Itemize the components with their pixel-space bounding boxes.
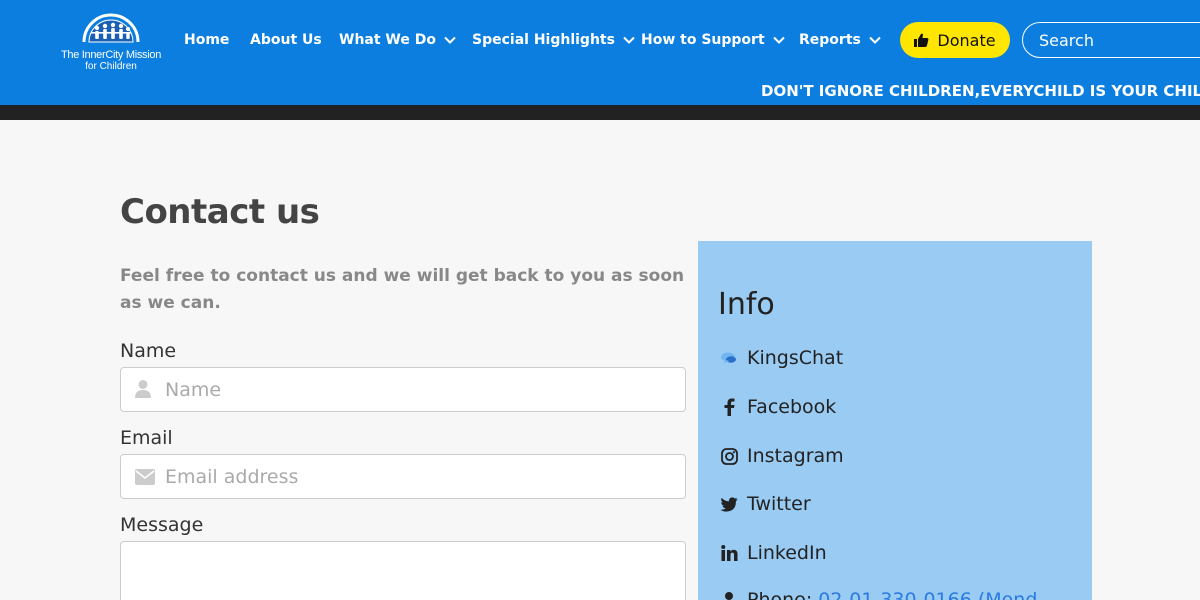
nav-item-reports[interactable]: Reports [799, 32, 881, 48]
email-label: Email [120, 427, 173, 449]
user-icon [720, 591, 738, 600]
nav-item-label: About Us [250, 32, 322, 48]
nav-item-how-to-support[interactable]: How to Support [641, 32, 785, 48]
instagram-link[interactable]: Instagram [720, 445, 844, 467]
info-item-label: Instagram [747, 445, 844, 467]
nav-item-label: Home [184, 32, 230, 48]
nav-item-what-we-do[interactable]: What We Do [339, 32, 456, 48]
linkedin-icon [720, 544, 738, 562]
envelope-icon [135, 469, 155, 485]
info-panel: Info KingsChat Facebook Instagram Twitte… [698, 241, 1092, 600]
twitter-icon [720, 495, 738, 513]
phone-label: Phone: [747, 589, 813, 600]
search-input[interactable] [1022, 22, 1200, 58]
nav-item-label: Special Highlights [472, 32, 615, 48]
phone-link[interactable]: 02-01-330-0166 (Mond [818, 589, 1037, 600]
ticker-text: DON'T IGNORE CHILDREN,EVERYCHILD IS YOUR… [761, 82, 1200, 100]
chevron-down-icon [444, 36, 456, 44]
email-field[interactable] [120, 454, 686, 499]
site-logo[interactable]: The InnerCity Mission for Children [56, 8, 166, 74]
logo-text-line2: for Children [85, 61, 137, 72]
message-textarea[interactable] [120, 541, 686, 600]
chevron-down-icon [772, 36, 785, 44]
info-item-label: LinkedIn [747, 542, 827, 564]
name-label: Name [120, 340, 177, 362]
site-header: The InnerCity Mission for Children Home … [0, 0, 1200, 105]
instagram-icon [720, 447, 738, 465]
info-item-label: Facebook [747, 396, 837, 418]
logo-emblem-icon [82, 13, 140, 43]
nav-item-home[interactable]: Home [184, 32, 229, 48]
message-label: Message [120, 514, 204, 536]
nav-item-label: How to Support [641, 32, 765, 48]
page-title: Contact us [120, 192, 320, 232]
header-divider-bar [0, 105, 1200, 120]
phone-row: Phone: 02-01-330-0166 (Mond [720, 589, 1037, 600]
donate-button[interactable]: Donate [900, 22, 1010, 58]
facebook-icon [720, 398, 738, 416]
name-input[interactable] [165, 368, 665, 411]
info-item-label: KingsChat [747, 347, 844, 369]
email-input[interactable] [165, 455, 665, 498]
user-icon [135, 380, 151, 398]
donate-label: Donate [937, 30, 996, 50]
chevron-down-icon [623, 36, 635, 44]
intro-text: Feel free to contact us and we will get … [120, 266, 685, 313]
nav-item-special-highlights[interactable]: Special Highlights [472, 32, 635, 48]
nav-item-label: Reports [799, 32, 861, 48]
kingschat-icon [720, 349, 738, 367]
linkedin-link[interactable]: LinkedIn [720, 542, 827, 564]
thumbs-up-icon [914, 33, 929, 47]
nav-item-label: What We Do [339, 32, 436, 48]
twitter-link[interactable]: Twitter [720, 493, 811, 515]
logo-text-line1: The InnerCity Mission [60, 49, 162, 61]
info-title: Info [718, 287, 775, 322]
nav-item-about-us[interactable]: About Us [250, 32, 322, 48]
facebook-link[interactable]: Facebook [720, 396, 836, 418]
info-item-label: Twitter [747, 493, 811, 515]
kingschat-link[interactable]: KingsChat [720, 347, 843, 369]
chevron-down-icon [869, 36, 881, 44]
name-field[interactable] [120, 367, 686, 412]
